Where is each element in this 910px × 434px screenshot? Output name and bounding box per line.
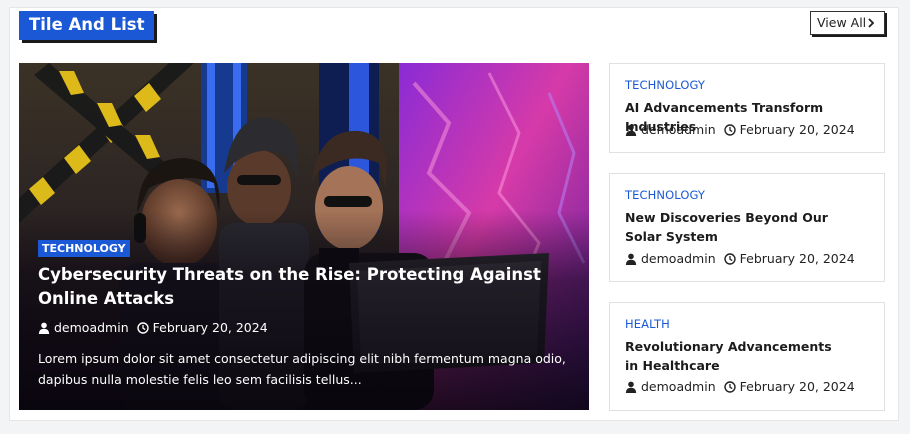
list-item-title[interactable]: Revolutionary Advancements in Healthcare bbox=[625, 337, 840, 375]
featured-author[interactable]: demoadmin bbox=[54, 320, 129, 335]
user-icon bbox=[625, 253, 637, 265]
list-item-date[interactable]: February 20, 2024 bbox=[740, 122, 855, 137]
list-item-category[interactable]: TECHNOLOGY bbox=[625, 78, 705, 92]
list-item-meta: demoadmin February 20, 2024 bbox=[625, 379, 855, 394]
featured-meta: demoadmin February 20, 2024 bbox=[38, 320, 268, 335]
user-icon bbox=[625, 124, 637, 136]
list-item[interactable]: TECHNOLOGY New Discoveries Beyond Our So… bbox=[609, 173, 885, 282]
featured-date[interactable]: February 20, 2024 bbox=[153, 320, 268, 335]
list-item-title[interactable]: New Discoveries Beyond Our Solar System bbox=[625, 208, 850, 246]
featured-excerpt: Lorem ipsum dolor sit amet consectetur a… bbox=[38, 351, 566, 387]
clock-icon bbox=[723, 252, 736, 265]
list-item-date[interactable]: February 20, 2024 bbox=[740, 379, 855, 394]
list-item-meta: demoadmin February 20, 2024 bbox=[625, 122, 855, 137]
list-item-author[interactable]: demoadmin bbox=[641, 122, 716, 137]
section-title: Tile And List bbox=[19, 11, 155, 40]
featured-title[interactable]: Cybersecurity Threats on the Rise: Prote… bbox=[38, 263, 558, 311]
user-icon bbox=[38, 322, 50, 334]
list-item-date[interactable]: February 20, 2024 bbox=[740, 251, 855, 266]
clock-icon bbox=[723, 123, 736, 136]
clock-icon bbox=[136, 321, 149, 334]
clock-icon bbox=[723, 380, 736, 393]
list-item[interactable]: TECHNOLOGY AI Advancements Transform Ind… bbox=[609, 63, 885, 153]
list-item[interactable]: HEALTH Revolutionary Advancements in Hea… bbox=[609, 302, 885, 411]
view-all-label: View All bbox=[817, 15, 867, 30]
featured-category-badge[interactable]: TECHNOLOGY bbox=[38, 240, 130, 257]
list-item-category[interactable]: HEALTH bbox=[625, 317, 670, 331]
view-all-button[interactable]: View All bbox=[810, 11, 885, 35]
list-item-author[interactable]: demoadmin bbox=[641, 379, 716, 394]
user-icon bbox=[625, 381, 637, 393]
list-item-author[interactable]: demoadmin bbox=[641, 251, 716, 266]
list-item-meta: demoadmin February 20, 2024 bbox=[625, 251, 855, 266]
list-item-category[interactable]: TECHNOLOGY bbox=[625, 188, 705, 202]
featured-post[interactable]: TECHNOLOGY Cybersecurity Threats on the … bbox=[19, 63, 589, 410]
chevron-right-icon bbox=[868, 18, 875, 28]
